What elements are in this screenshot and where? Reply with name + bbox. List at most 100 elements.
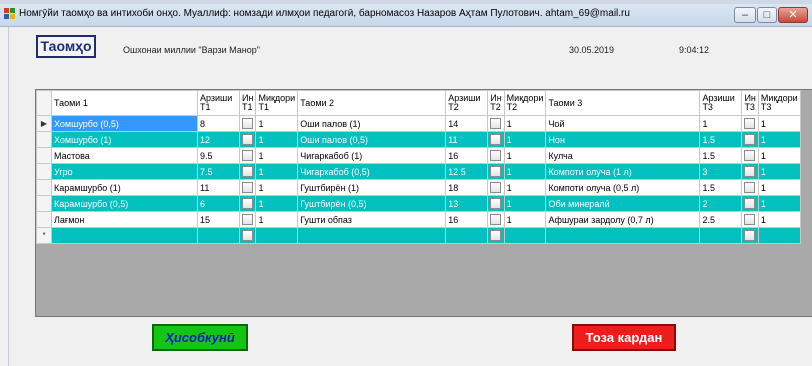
cell-include3[interactable]: [741, 147, 759, 164]
row-header[interactable]: [36, 131, 52, 148]
new-cell-qty1[interactable]: [255, 227, 299, 244]
column-header-arzishi2[interactable]: Арзиши Т2: [445, 90, 489, 116]
cell-include3[interactable]: [741, 115, 759, 132]
checkbox[interactable]: [242, 118, 253, 130]
column-header-in3[interactable]: Ин Т3: [741, 90, 759, 116]
column-header-in2[interactable]: Ин Т2: [487, 90, 505, 116]
cell-dish2[interactable]: Чигаркабоб (0,5): [297, 163, 447, 180]
cell-price1[interactable]: 12: [197, 131, 240, 148]
cell-dish3[interactable]: Компоти олуча (0,5 л): [545, 179, 701, 196]
checkbox[interactable]: [242, 150, 253, 162]
cell-price1[interactable]: 7.5: [197, 163, 240, 180]
table-row[interactable]: Угро 7.5 1 Чигаркабоб (0,5) 12.5 1 Компо…: [36, 163, 801, 180]
cell-qty1[interactable]: 1: [255, 147, 299, 164]
row-header[interactable]: [36, 163, 52, 180]
cell-include1[interactable]: [238, 131, 257, 148]
column-header-taomi1[interactable]: Таоми 1: [51, 90, 198, 116]
cell-include2[interactable]: [487, 179, 505, 196]
cell-qty3[interactable]: 1: [757, 147, 801, 164]
checkbox[interactable]: [490, 150, 502, 162]
cell-price1[interactable]: 6: [197, 195, 240, 212]
cell-dish3[interactable]: Чой: [545, 115, 701, 132]
cell-price1[interactable]: 11: [197, 179, 240, 196]
cell-dish2[interactable]: Гуштбирён (0,5): [297, 195, 447, 212]
checkbox[interactable]: [490, 230, 502, 242]
checkbox[interactable]: [490, 134, 502, 146]
checkbox[interactable]: [242, 134, 253, 146]
cell-qty3[interactable]: 1: [757, 115, 801, 132]
cell-dish1[interactable]: Мастова: [51, 147, 198, 164]
cell-dish3[interactable]: Нон: [545, 131, 701, 148]
checkbox[interactable]: [744, 150, 756, 162]
cell-qty1[interactable]: 1: [255, 195, 299, 212]
cell-dish3[interactable]: Оби минералӣ: [545, 195, 701, 212]
cell-price3[interactable]: 3: [699, 163, 743, 180]
cell-include1[interactable]: [238, 211, 257, 228]
checkbox[interactable]: [490, 166, 502, 178]
cell-dish1[interactable]: Лағмон: [51, 211, 198, 228]
checkbox[interactable]: [490, 182, 502, 194]
cell-price1[interactable]: 8: [197, 115, 240, 132]
cell-qty2[interactable]: 1: [503, 131, 547, 148]
cell-include2[interactable]: [487, 211, 505, 228]
new-cell-dish3[interactable]: [545, 227, 701, 244]
table-row[interactable]: Карамшурбо (0,5) 6 1 Гуштбирён (0,5) 13 …: [36, 195, 801, 212]
new-cell-qty3[interactable]: [757, 227, 801, 244]
cell-qty1[interactable]: 1: [255, 211, 299, 228]
column-header-taomi3[interactable]: Таоми 3: [545, 90, 701, 116]
checkbox[interactable]: [242, 230, 253, 242]
cell-dish2[interactable]: Чигаркабоб (1): [297, 147, 447, 164]
cell-qty2[interactable]: 1: [503, 195, 547, 212]
cell-qty2[interactable]: 1: [503, 147, 547, 164]
new-cell-price2[interactable]: [445, 227, 489, 244]
new-cell-price3[interactable]: [699, 227, 743, 244]
cell-qty1[interactable]: 1: [255, 179, 299, 196]
cell-include3[interactable]: [741, 131, 759, 148]
column-header-miqdori3[interactable]: Миқдори Т3: [757, 90, 801, 116]
checkbox[interactable]: [490, 214, 502, 226]
new-row[interactable]: *: [36, 227, 801, 244]
new-cell-include3[interactable]: [741, 227, 759, 244]
cell-qty3[interactable]: 1: [757, 211, 801, 228]
cell-dish1[interactable]: Хомшурбо (1): [51, 131, 198, 148]
column-header-arzishi1[interactable]: Арзиши Т1: [197, 90, 240, 116]
cell-dish1[interactable]: Хомшурбо (0,5): [51, 115, 198, 132]
table-row[interactable]: ▶ Хомшурбо (0,5) 8 1 Оши палов (1) 14 1 …: [36, 115, 801, 132]
cell-dish1[interactable]: Карамшурбо (1): [51, 179, 198, 196]
checkbox[interactable]: [490, 198, 502, 210]
cell-price3[interactable]: 1: [699, 115, 743, 132]
checkbox[interactable]: [242, 214, 253, 226]
cell-dish3[interactable]: Кулча: [545, 147, 701, 164]
cell-qty1[interactable]: 1: [255, 163, 299, 180]
cell-price2[interactable]: 16: [445, 147, 489, 164]
cell-include2[interactable]: [487, 131, 505, 148]
cell-include3[interactable]: [741, 211, 759, 228]
calculate-button[interactable]: Ҳисобкунӣ: [152, 324, 248, 351]
checkbox[interactable]: [242, 182, 253, 194]
row-header[interactable]: [36, 195, 52, 212]
cell-qty3[interactable]: 1: [757, 131, 801, 148]
checkbox[interactable]: [744, 118, 756, 130]
cell-dish3[interactable]: Компоти олуча (1 л): [545, 163, 701, 180]
cell-include2[interactable]: [487, 115, 505, 132]
cell-price2[interactable]: 18: [445, 179, 489, 196]
checkbox[interactable]: [744, 134, 756, 146]
checkbox[interactable]: [242, 198, 253, 210]
table-row[interactable]: Лағмон 15 1 Гушти обпаз 16 1 Афшураи зар…: [36, 211, 801, 228]
cell-price2[interactable]: 11: [445, 131, 489, 148]
checkbox[interactable]: [490, 118, 502, 130]
checkbox[interactable]: [744, 182, 756, 194]
cell-dish1[interactable]: Карамшурбо (0,5): [51, 195, 198, 212]
cell-price1[interactable]: 15: [197, 211, 240, 228]
table-row[interactable]: Мастова 9.5 1 Чигаркабоб (1) 16 1 Кулча …: [36, 147, 801, 164]
cell-price3[interactable]: 1.5: [699, 131, 743, 148]
cell-include2[interactable]: [487, 147, 505, 164]
cell-dish1[interactable]: Угро: [51, 163, 198, 180]
checkbox[interactable]: [744, 214, 756, 226]
checkbox[interactable]: [744, 198, 756, 210]
cell-price3[interactable]: 2: [699, 195, 743, 212]
taomho-button[interactable]: Таомҳо: [36, 35, 96, 58]
cell-qty1[interactable]: 1: [255, 131, 299, 148]
cell-dish2[interactable]: Гушти обпаз: [297, 211, 447, 228]
cell-price3[interactable]: 1.5: [699, 147, 743, 164]
